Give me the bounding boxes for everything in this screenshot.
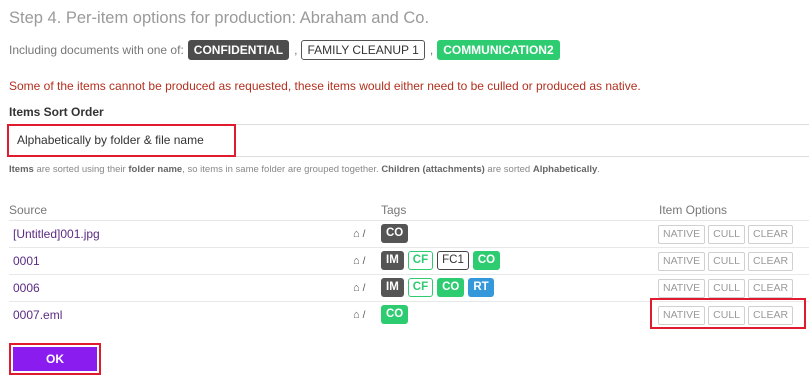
- including-label: Including documents with one of:: [9, 43, 184, 57]
- item-options: NATIVE CULL CLEAR: [658, 279, 794, 298]
- ok-button[interactable]: OK: [13, 347, 97, 371]
- column-header-source: Source: [9, 203, 48, 217]
- item-tag: RT: [468, 278, 494, 297]
- tag-communication2: COMMUNICATION2: [437, 40, 560, 60]
- clear-button[interactable]: CLEAR: [748, 225, 794, 244]
- native-button[interactable]: NATIVE: [658, 279, 706, 298]
- item-tag: CO: [472, 251, 501, 270]
- tag-confidential: CONFIDENTIAL: [187, 40, 290, 60]
- cull-button[interactable]: CULL: [708, 225, 746, 244]
- sort-help-text: Items are sorted using their folder name…: [9, 164, 600, 175]
- clear-button[interactable]: CLEAR: [748, 252, 794, 271]
- home-icon: ⌂: [353, 255, 360, 267]
- native-button[interactable]: NATIVE: [658, 252, 706, 271]
- column-header-options: Item Options: [659, 203, 728, 217]
- table-row: [Untitled]001.jpg ⌂ / CO NATIVE CULL CLEAR: [9, 220, 809, 247]
- page-title: Step 4. Per-item options for production:…: [9, 9, 430, 27]
- cull-button[interactable]: CULL: [708, 279, 746, 298]
- item-tag: IM: [381, 278, 404, 297]
- table-row: 0006 ⌂ / IM CF CO RT NATIVE CULL CLEAR: [9, 274, 809, 301]
- clear-button[interactable]: CLEAR: [748, 279, 794, 298]
- source-link[interactable]: 0006: [13, 281, 40, 295]
- item-options: NATIVE CULL CLEAR: [658, 252, 794, 271]
- item-path: ⌂ /: [353, 228, 366, 240]
- source-link[interactable]: [Untitled]001.jpg: [13, 227, 100, 241]
- native-button[interactable]: NATIVE: [658, 225, 706, 244]
- home-icon: ⌂: [353, 282, 360, 294]
- item-tags: CO: [381, 305, 409, 324]
- item-options-highlight: [650, 298, 806, 329]
- sort-order-label: Items Sort Order: [9, 105, 104, 119]
- item-tag: FC1: [437, 251, 469, 270]
- source-link[interactable]: 0001: [13, 254, 40, 268]
- item-tag: IM: [381, 251, 404, 270]
- source-link[interactable]: 0007.eml: [13, 308, 62, 322]
- ok-button-frame: OK: [9, 343, 101, 375]
- item-tag: CO: [381, 305, 409, 324]
- home-icon: ⌂: [353, 228, 360, 240]
- item-path: ⌂ /: [353, 282, 366, 294]
- sort-order-select[interactable]: Alphabetically by folder & file name: [7, 124, 236, 157]
- table-row: 0001 ⌂ / IM CF FC1 CO NATIVE CULL CLEAR: [9, 247, 809, 274]
- home-icon: ⌂: [353, 309, 360, 321]
- item-options: NATIVE CULL CLEAR: [658, 225, 794, 244]
- warning-message: Some of the items cannot be produced as …: [9, 79, 641, 93]
- cull-button[interactable]: CULL: [708, 252, 746, 271]
- item-tag: CF: [407, 251, 434, 270]
- item-path: ⌂ /: [353, 255, 366, 267]
- column-header-tags: Tags: [381, 203, 407, 217]
- tag-family-cleanup: FAMILY CLEANUP 1: [301, 40, 425, 60]
- item-path: ⌂ /: [353, 309, 366, 321]
- item-tag: CF: [407, 278, 434, 297]
- including-tags-line: Including documents with one of: CONFIDE…: [9, 40, 560, 60]
- item-tags: IM CF FC1 CO: [381, 251, 501, 270]
- item-tag: CO: [437, 278, 465, 297]
- item-tags: CO: [381, 224, 409, 243]
- item-tags: IM CF CO RT: [381, 278, 494, 297]
- item-tag: CO: [381, 224, 409, 243]
